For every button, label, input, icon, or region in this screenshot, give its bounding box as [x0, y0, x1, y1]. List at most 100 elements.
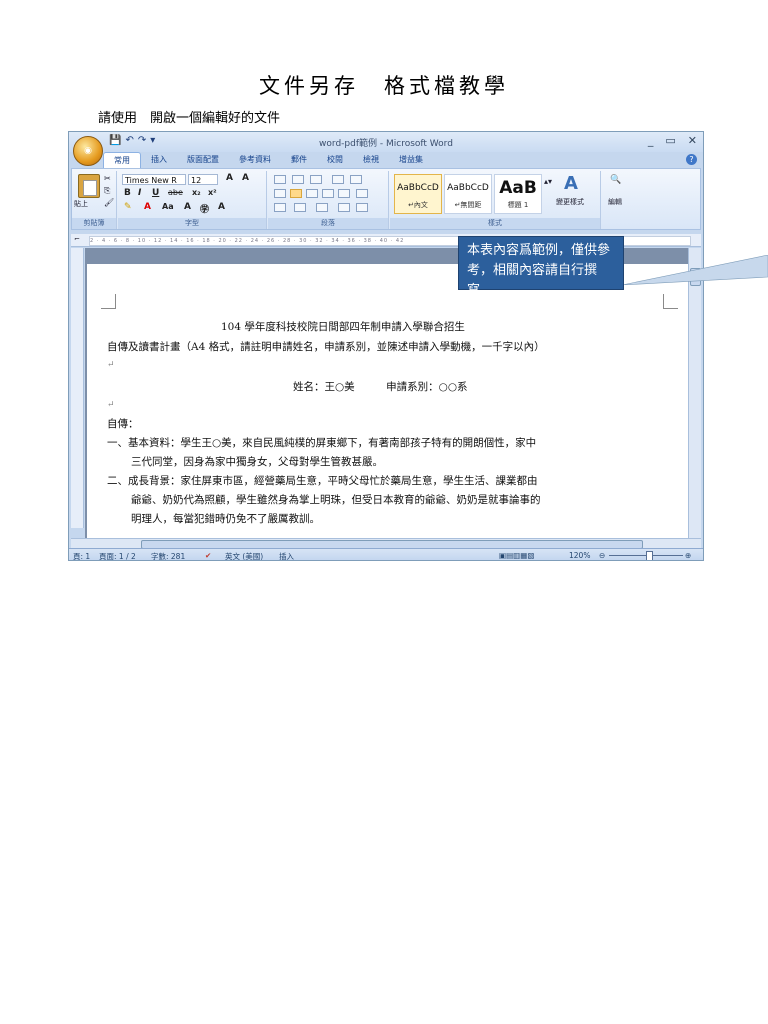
increase-indent-icon[interactable]	[350, 175, 362, 184]
style-sample: AaBbCcD	[397, 183, 439, 193]
font-group: Times New R 12 A A B I U abe x₂ x² ✎ A A…	[118, 171, 267, 229]
status-mode[interactable]: 插入	[279, 551, 294, 560]
style-sample: AaB	[499, 178, 537, 198]
font-color-button[interactable]: A	[144, 202, 151, 212]
style-name: 標題 1	[507, 201, 529, 209]
styles-group: AaBbCcD ↵內文 AaBbCcD ↵無間距 AaB 標題 1 ▴▾ A 變…	[390, 171, 601, 229]
change-styles-label[interactable]: 變更樣式	[556, 197, 584, 207]
grow-font-icon[interactable]: A	[226, 173, 233, 183]
callout-note: 本表內容爲範例，僅供參考，相關內容請自行撰寫。	[458, 236, 624, 298]
vertical-scrollbar[interactable]	[688, 248, 701, 538]
document-page[interactable]: 104 學年度科技校院日間部四年制申請入學聯合招生 自傳及讀書計畫（A4 格式，…	[87, 264, 689, 538]
clipboard-group-label: 剪貼簿	[72, 218, 116, 229]
highlight-icon[interactable]: ✎	[124, 202, 132, 212]
char-border-button[interactable]: A	[218, 202, 225, 212]
bullets-icon[interactable]	[274, 175, 286, 184]
tab-selector-icon[interactable]: ⌐	[74, 235, 80, 243]
doc-line-2: 自傳及讀書計畫（A4 格式，請註明申請姓名，申請系別，並陳述申請入學動機，一千字…	[107, 341, 545, 353]
tab-review[interactable]: 校閱	[317, 152, 353, 168]
editing-label[interactable]: 編輯	[608, 197, 622, 207]
office-logo-icon: ◉	[84, 146, 92, 156]
superscript-button[interactable]: x²	[208, 188, 217, 197]
zoom-slider-knob[interactable]	[646, 551, 653, 560]
doc-line-5: 一、基本資料：學生王○美，來自民風純樸的屏東鄉下，有著南部孩子特有的開朗個性，家…	[107, 437, 537, 449]
align-center-icon[interactable]	[290, 189, 302, 198]
cut-icon[interactable]: ✂	[104, 174, 111, 183]
status-words[interactable]: 字數: 281	[151, 551, 185, 560]
show-marks-icon[interactable]	[356, 203, 368, 212]
proofing-icon[interactable]: ✔	[205, 551, 211, 560]
strikethrough-button[interactable]: abe	[168, 188, 183, 197]
editing-group: 🔍 編輯	[602, 171, 636, 229]
callout-pointer	[622, 255, 768, 285]
styles-scroll-icon[interactable]: ▴▾	[544, 177, 552, 186]
status-zoom[interactable]: 120%	[569, 551, 590, 560]
sort-icon[interactable]	[338, 203, 350, 212]
style-heading-1[interactable]: AaB 標題 1	[494, 174, 542, 214]
status-page[interactable]: 頁: 1	[73, 551, 90, 560]
doc-line-1: 104 學年度科技校院日間部四年制申請入學聯合招生	[221, 321, 465, 333]
tab-mailings[interactable]: 郵件	[281, 152, 317, 168]
change-case-button[interactable]: Aa	[162, 202, 174, 211]
doc-line-4: 自傳：	[107, 418, 139, 430]
paste-icon[interactable]	[78, 174, 100, 198]
tab-add-ins[interactable]: 增益集	[389, 152, 433, 168]
borders-icon[interactable]	[294, 203, 306, 212]
find-icon[interactable]: 🔍	[610, 175, 621, 185]
vertical-ruler[interactable]	[71, 248, 84, 528]
tab-view[interactable]: 檢視	[353, 152, 389, 168]
shading-icon[interactable]	[274, 203, 286, 212]
doc-line-3: 姓名：王○美 申請系別：○○系	[293, 381, 468, 393]
style-no-spacing[interactable]: AaBbCcD ↵無間距	[444, 174, 492, 214]
zoom-in-icon[interactable]: ⊕	[685, 551, 691, 560]
instruction-text: 請使用 開啟一個編輯好的文件	[98, 111, 281, 126]
document-area: 104 學年度科技校院日間部四年制申請入學聯合招生 自傳及讀書計畫（A4 格式，…	[85, 248, 689, 538]
subscript-button[interactable]: x₂	[192, 188, 201, 197]
paragraph-group-label: 段落	[268, 218, 388, 229]
underline-button[interactable]: U	[152, 188, 159, 198]
tab-references[interactable]: 參考資料	[229, 152, 281, 168]
window-title: word-pdf範例 - Microsoft Word	[319, 139, 453, 149]
align-right-icon[interactable]	[306, 189, 318, 198]
doc-line-9: 明理人，每當犯錯時仍免不了嚴厲教訓。	[131, 513, 320, 525]
italic-button[interactable]: I	[138, 188, 141, 198]
maximize-button[interactable]: ▭	[665, 134, 675, 147]
enclosed-char-icon[interactable]: ㊫	[200, 202, 209, 215]
font-size-select[interactable]: 12	[188, 174, 218, 185]
status-bar: 頁: 1 頁面: 1 / 2 字數: 281 ✔ 英文 (美國) 插入 ▣▤▥▦…	[69, 548, 703, 560]
word-window: ◉ 💾 ↶ ↷ ▾ word-pdf範例 - Microsoft Word _ …	[68, 131, 704, 561]
office-button[interactable]: ◉	[73, 136, 103, 166]
align-left-icon[interactable]	[274, 189, 286, 198]
minimize-button[interactable]: _	[648, 134, 654, 147]
tab-home[interactable]: 常用	[103, 152, 141, 168]
line-spacing-icon[interactable]	[356, 189, 368, 198]
font-name-select[interactable]: Times New R	[122, 174, 186, 185]
zoom-out-icon[interactable]: ⊖	[599, 551, 605, 560]
format-painter-icon[interactable]: 🖌	[104, 198, 114, 207]
tab-page-layout[interactable]: 版面配置	[177, 152, 229, 168]
decrease-indent-icon[interactable]	[332, 175, 344, 184]
font-group-label: 字型	[118, 218, 266, 229]
style-name: ↵內文	[408, 201, 428, 209]
copy-icon[interactable]: ⎘	[104, 186, 110, 196]
char-shading-button[interactable]: A	[184, 202, 191, 212]
close-button[interactable]: ✕	[688, 134, 697, 147]
view-buttons-icon[interactable]: ▣▤▥▦▧	[499, 551, 534, 560]
status-pages[interactable]: 頁面: 1 / 2	[99, 551, 136, 560]
status-language[interactable]: 英文 (美國)	[225, 551, 263, 560]
margin-corner	[663, 294, 678, 309]
justify-icon[interactable]	[322, 189, 334, 198]
help-icon[interactable]: ?	[686, 154, 697, 165]
asian-layout-icon[interactable]	[316, 203, 328, 212]
shrink-font-icon[interactable]: A	[242, 173, 249, 183]
style-normal[interactable]: AaBbCcD ↵內文	[394, 174, 442, 214]
bold-button[interactable]: B	[124, 188, 131, 198]
multilevel-list-icon[interactable]	[310, 175, 322, 184]
numbering-icon[interactable]	[292, 175, 304, 184]
distributed-icon[interactable]	[338, 189, 350, 198]
doc-line-7: 二、成長背景：家住屏東市區，經營藥局生意，平時父母忙於藥局生意，學生生活、課業都…	[107, 475, 538, 487]
tab-insert[interactable]: 插入	[141, 152, 177, 168]
change-styles-icon[interactable]: A	[564, 173, 578, 194]
title-bar: ◉ 💾 ↶ ↷ ▾ word-pdf範例 - Microsoft Word _ …	[69, 132, 703, 166]
doc-line-8: 爺爺、奶奶代為照顧，學生雖然身為掌上明珠，但受日本教育的爺爺、奶奶是就事論事的	[131, 494, 541, 506]
